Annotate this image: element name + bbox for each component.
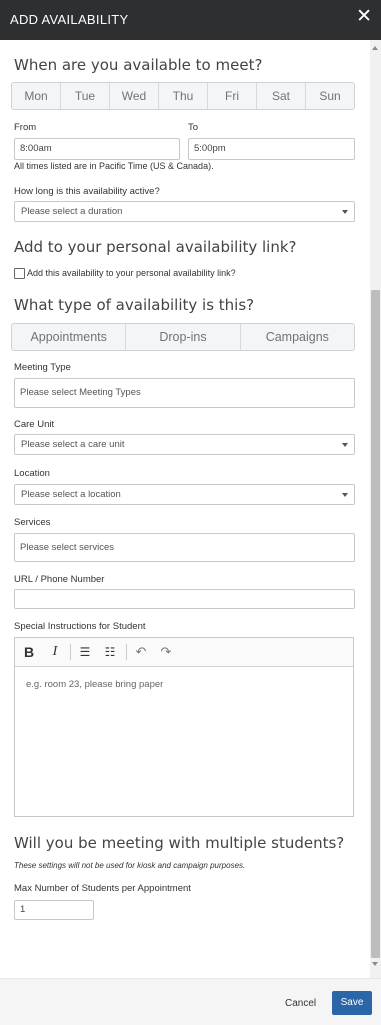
toolbar-divider — [70, 644, 71, 660]
day-sat[interactable]: Sat — [257, 83, 306, 109]
meeting-type-placeholder: Please select Meeting Types — [20, 387, 141, 398]
when-heading: When are you available to meet? — [14, 56, 263, 74]
editor-toolbar: B I ☰ ☷ ↶ ↷ — [15, 638, 353, 667]
timezone-note: All times listed are in Pacific Time (US… — [14, 161, 214, 171]
max-students-label: Max Number of Students per Appointment — [14, 883, 191, 894]
meeting-type-label: Meeting Type — [14, 362, 71, 373]
url-phone-input[interactable] — [14, 589, 355, 609]
scrollbar-thumb[interactable] — [371, 290, 380, 958]
save-button[interactable]: Save — [332, 991, 372, 1015]
scroll-down-icon[interactable] — [372, 962, 378, 966]
duration-select[interactable]: Please select a duration — [14, 201, 355, 222]
meeting-type-input[interactable]: Please select Meeting Types — [14, 378, 355, 408]
availability-type-selector: Appointments Drop-ins Campaigns — [11, 323, 355, 351]
type-campaigns[interactable]: Campaigns — [241, 324, 354, 350]
care-unit-label: Care Unit — [14, 419, 55, 430]
instructions-label: Special Instructions for Student — [14, 621, 146, 632]
scroll-up-icon[interactable] — [372, 46, 378, 50]
bold-icon[interactable]: B — [21, 642, 37, 662]
multiple-students-note: These settings will not be used for kios… — [14, 861, 246, 870]
type-appointments[interactable]: Appointments — [12, 324, 127, 350]
duration-select-value: Please select a duration — [21, 206, 123, 217]
numbered-list-icon[interactable]: ☷ — [101, 642, 119, 662]
bulleted-list-icon[interactable]: ☰ — [76, 642, 94, 662]
url-label: URL / Phone Number — [14, 574, 105, 585]
dialog-header: ADD AVAILABILITY ✕ — [0, 0, 381, 40]
type-drop-ins[interactable]: Drop-ins — [126, 324, 241, 350]
max-students-input[interactable]: 1 — [14, 900, 94, 920]
day-tue[interactable]: Tue — [61, 83, 110, 109]
services-label: Services — [14, 517, 51, 528]
day-fri[interactable]: Fri — [208, 83, 257, 109]
scrollbar[interactable] — [370, 40, 381, 978]
care-unit-select-value: Please select a care unit — [21, 439, 125, 450]
instructions-textarea[interactable]: e.g. room 23, please bring paper — [15, 667, 353, 816]
italic-icon[interactable]: I — [47, 642, 63, 662]
dialog-title: ADD AVAILABILITY — [10, 12, 129, 27]
to-label: To — [188, 122, 199, 133]
chevron-down-icon — [342, 443, 348, 447]
redo-icon[interactable]: ↷ — [157, 642, 175, 662]
day-wed[interactable]: Wed — [110, 83, 159, 109]
personal-link-checkbox[interactable] — [14, 268, 25, 279]
personal-link-checkbox-label: Add this availability to your personal a… — [27, 268, 236, 278]
day-selector: Mon Tue Wed Thu Fri Sat Sun — [11, 82, 355, 110]
location-select[interactable]: Please select a location — [14, 484, 355, 505]
services-input[interactable]: Please select services — [14, 533, 355, 562]
day-mon[interactable]: Mon — [12, 83, 61, 109]
cancel-button[interactable]: Cancel — [285, 998, 316, 1009]
multiple-students-heading: Will you be meeting with multiple studen… — [14, 834, 345, 852]
close-icon[interactable]: ✕ — [356, 7, 372, 27]
dialog-footer: Cancel Save — [0, 978, 381, 1025]
chevron-down-icon — [342, 210, 348, 214]
instructions-placeholder: e.g. room 23, please bring paper — [26, 679, 164, 690]
personal-link-heading: Add to your personal availability link? — [14, 238, 297, 256]
dialog-body: When are you available to meet? Mon Tue … — [0, 40, 370, 978]
services-placeholder: Please select services — [20, 542, 114, 553]
undo-icon[interactable]: ↶ — [132, 642, 150, 662]
chevron-down-icon — [342, 493, 348, 497]
location-label: Location — [14, 468, 50, 479]
type-heading: What type of availability is this? — [14, 296, 255, 314]
day-thu[interactable]: Thu — [159, 83, 208, 109]
to-time-input[interactable]: 5:00pm — [188, 138, 355, 160]
toolbar-divider — [126, 644, 127, 660]
instructions-editor: B I ☰ ☷ ↶ ↷ e.g. room 23, please bring p… — [14, 637, 354, 817]
from-label: From — [14, 122, 37, 133]
location-select-value: Please select a location — [21, 489, 121, 500]
from-time-input[interactable]: 8:00am — [14, 138, 180, 160]
care-unit-select[interactable]: Please select a care unit — [14, 434, 355, 455]
duration-label: How long is this availability active? — [14, 186, 160, 197]
day-sun[interactable]: Sun — [306, 83, 354, 109]
